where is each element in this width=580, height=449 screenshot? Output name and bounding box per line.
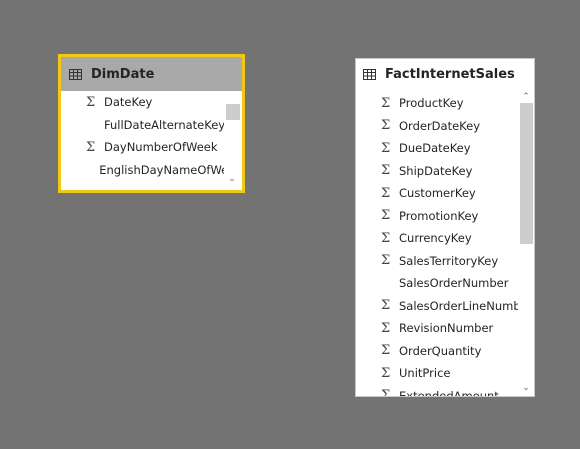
- field-label: RevisionNumber: [399, 321, 494, 336]
- field-label: OrderDateKey: [399, 118, 481, 133]
- sigma-icon: Σ: [381, 95, 391, 111]
- factinternetsales-table-card[interactable]: FactInternetSales Σ ProductKey Σ OrderDateK…: [355, 58, 535, 397]
- sigma-icon: Σ: [381, 230, 391, 246]
- field-label: ExtendedAmount: [399, 388, 499, 396]
- dimdate-scrollbar-thumb[interactable]: [226, 104, 240, 120]
- factinternetsales-field-rows: Σ ProductKey Σ OrderDateKey Σ DueDateKey Σ Ship…: [356, 92, 534, 396]
- sigma-icon: Σ: [381, 343, 391, 359]
- factinternetsales-scrollbar-thumb[interactable]: [520, 103, 533, 244]
- sigma-icon: Σ: [381, 388, 391, 396]
- field-label: CurrencyKey: [399, 231, 472, 246]
- scroll-down-arrow-icon[interactable]: ⌄: [518, 383, 534, 393]
- field-label: OrderQuantity: [399, 343, 482, 358]
- field-label: DayNumberOfWeek: [104, 140, 218, 155]
- field-row[interactable]: Σ OrderQuantity: [356, 340, 534, 363]
- field-row[interactable]: Σ OrderDateKey: [356, 115, 534, 138]
- field-label: SalesOrderLineNumber: [399, 298, 533, 313]
- field-label: CustomerKey: [399, 186, 476, 201]
- field-row[interactable]: Σ DayNumberOfWeek: [61, 136, 242, 159]
- field-row[interactable]: Σ ExtendedAmount: [356, 385, 534, 396]
- dimdate-field-list[interactable]: Σ DateKey FullDateAlternateKey Σ DayNumberOf…: [61, 91, 242, 187]
- dimdate-field-rows: Σ DateKey FullDateAlternateKey Σ DayNumberOf…: [61, 91, 242, 187]
- field-row[interactable]: Σ ProductKey: [356, 92, 534, 115]
- field-row[interactable]: SpanishDayNameOfWeek: [61, 181, 242, 187]
- field-row[interactable]: Σ DueDateKey: [356, 137, 534, 160]
- field-row[interactable]: Σ SalesTerritoryKey: [356, 250, 534, 273]
- field-label: SalesTerritoryKey: [399, 253, 499, 268]
- sigma-icon: Σ: [381, 298, 391, 314]
- field-row[interactable]: Σ SalesOrderLineNumber: [356, 295, 534, 318]
- sigma-icon: Σ: [381, 208, 391, 224]
- field-label: UnitPrice: [399, 366, 451, 381]
- factinternetsales-table-header[interactable]: FactInternetSales: [356, 59, 534, 89]
- factinternetsales-field-list[interactable]: Σ ProductKey Σ OrderDateKey Σ DueDateKey Σ Ship…: [356, 89, 534, 396]
- sigma-icon: Σ: [381, 253, 391, 269]
- field-row[interactable]: FullDateAlternateKey: [61, 114, 242, 137]
- field-row[interactable]: Σ UnitPrice: [356, 362, 534, 385]
- sigma-icon: Σ: [381, 320, 391, 336]
- field-row[interactable]: Σ RevisionNumber: [356, 317, 534, 340]
- sigma-icon: Σ: [86, 94, 96, 110]
- scroll-down-arrow-icon[interactable]: ⌄: [224, 174, 240, 184]
- field-label: ShipDateKey: [399, 163, 473, 178]
- field-label: PromotionKey: [399, 208, 479, 223]
- field-row[interactable]: Σ CustomerKey: [356, 182, 534, 205]
- scroll-up-arrow-icon[interactable]: ⌃: [518, 92, 534, 102]
- sigma-icon: Σ: [86, 139, 96, 155]
- sigma-icon: Σ: [381, 140, 391, 156]
- dimdate-table-header[interactable]: DimDate: [61, 57, 242, 91]
- factinternetsales-table-title: FactInternetSales: [385, 66, 515, 82]
- dimdate-table-title: DimDate: [91, 66, 155, 82]
- field-label: FullDateAlternateKey: [104, 117, 226, 132]
- table-icon: [69, 68, 82, 80]
- field-label: EnglishDayNameOfWeek: [99, 162, 242, 177]
- dimdate-scrollbar[interactable]: ⌄: [224, 91, 242, 187]
- field-row[interactable]: EnglishDayNameOfWeek: [61, 159, 242, 182]
- field-row[interactable]: Σ CurrencyKey: [356, 227, 534, 250]
- field-label: SpanishDayNameOfWeek: [95, 185, 242, 187]
- field-row[interactable]: Σ DateKey: [61, 91, 242, 114]
- field-label: ProductKey: [399, 96, 464, 111]
- field-row[interactable]: Σ ShipDateKey: [356, 160, 534, 183]
- field-label: SalesOrderNumber: [399, 276, 509, 291]
- sigma-icon: Σ: [381, 163, 391, 179]
- field-label: DateKey: [104, 95, 153, 110]
- factinternetsales-scrollbar[interactable]: ⌃ ⌄: [518, 89, 534, 396]
- sigma-icon: Σ: [381, 118, 391, 134]
- sigma-icon: Σ: [381, 365, 391, 381]
- field-row[interactable]: Σ PromotionKey: [356, 205, 534, 228]
- dimdate-table-card[interactable]: DimDate Σ DateKey FullDateAlternateKey Σ Day…: [58, 54, 245, 193]
- sigma-icon: Σ: [381, 185, 391, 201]
- table-icon: [363, 68, 376, 80]
- field-row[interactable]: SalesOrderNumber: [356, 272, 534, 295]
- field-label: DueDateKey: [399, 141, 471, 156]
